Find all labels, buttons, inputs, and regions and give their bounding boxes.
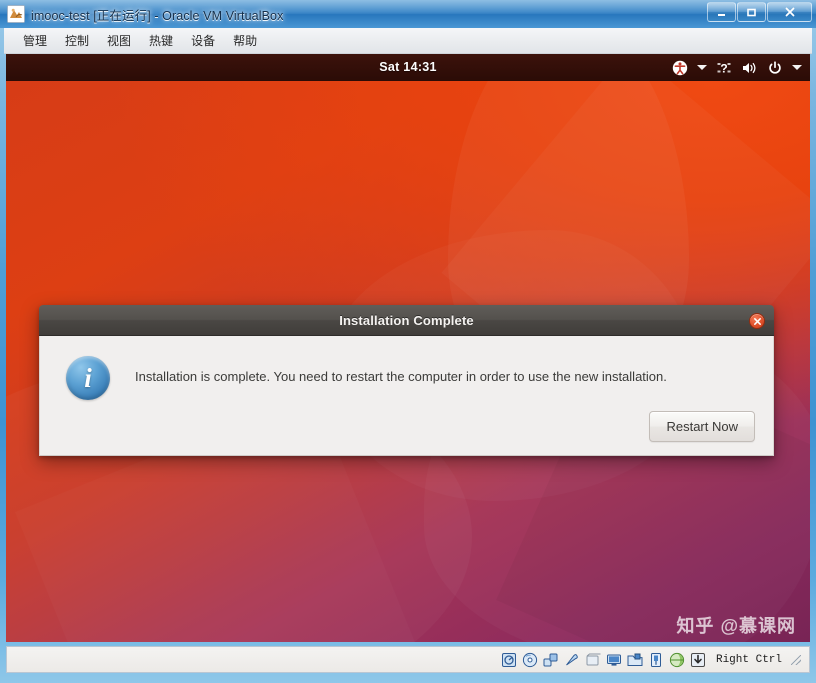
chevron-down-icon[interactable]	[697, 65, 707, 70]
menubar: 管理 控制 视图 热键 设备 帮助	[4, 28, 812, 54]
close-button[interactable]	[767, 2, 812, 22]
optical-disk-icon[interactable]	[522, 652, 538, 668]
virtualbox-statusbar: Right Ctrl	[6, 646, 810, 673]
menu-control[interactable]: 控制	[56, 29, 98, 52]
installation-complete-dialog: Installation Complete i Installation is …	[39, 305, 774, 456]
menu-manage[interactable]: 管理	[14, 29, 56, 52]
host-key-indicator: Right Ctrl	[715, 653, 782, 666]
resize-grip[interactable]	[791, 654, 801, 665]
keyboard-capture-icon[interactable]	[690, 652, 706, 668]
menu-help[interactable]: 帮助	[224, 29, 266, 52]
svg-text:?: ?	[720, 61, 727, 75]
mouse-integration-icon[interactable]	[669, 652, 685, 668]
network-icon[interactable]	[585, 652, 601, 668]
dialog-title: Installation Complete	[339, 312, 474, 328]
accessibility-icon[interactable]	[672, 60, 688, 76]
dialog-body: i Installation is complete. You need to …	[39, 336, 774, 456]
status-icon-group	[501, 652, 706, 668]
floppy-disk-icon[interactable]	[543, 652, 559, 668]
volume-icon[interactable]	[741, 60, 758, 76]
close-icon[interactable]	[749, 313, 765, 329]
menu-view[interactable]: 视图	[98, 29, 140, 52]
power-icon[interactable]	[767, 60, 783, 76]
dialog-actions: Restart Now	[649, 411, 755, 442]
window-title: imooc-test [正在运行] - Oracle VM VirtualBox	[31, 8, 284, 23]
usb-icon[interactable]	[648, 652, 664, 668]
maximize-button[interactable]	[737, 2, 766, 22]
virtualbox-icon	[7, 5, 25, 23]
watermark: 知乎 @慕课网	[676, 616, 796, 636]
guest-screen[interactable]: Sat 14:31 ? Installation Complete i Inst…	[6, 54, 810, 642]
window-titlebar[interactable]: imooc-test [正在运行] - Oracle VM VirtualBox	[0, 0, 816, 28]
restart-now-button[interactable]: Restart Now	[649, 411, 755, 442]
window-frame: imooc-test [正在运行] - Oracle VM VirtualBox	[0, 0, 816, 683]
panel-indicators: ?	[672, 54, 802, 81]
minimize-button[interactable]	[707, 2, 736, 22]
hard-disk-icon[interactable]	[501, 652, 517, 668]
shared-folders-icon[interactable]	[627, 652, 643, 668]
dialog-content-row: i Installation is complete. You need to …	[40, 336, 773, 400]
menu-hotkey[interactable]: 热键	[140, 29, 182, 52]
audio-icon[interactable]	[564, 652, 580, 668]
chevron-down-icon[interactable]	[792, 65, 802, 70]
ubuntu-top-panel: Sat 14:31 ?	[6, 54, 810, 81]
keyboard-help-icon[interactable]: ?	[716, 60, 732, 76]
dialog-message: Installation is complete. You need to re…	[135, 369, 667, 384]
dialog-titlebar[interactable]: Installation Complete	[39, 305, 774, 336]
display-icon[interactable]	[606, 652, 622, 668]
virtualbox-window: imooc-test [正在运行] - Oracle VM VirtualBox	[0, 0, 816, 683]
window-controls	[707, 2, 812, 22]
menu-devices[interactable]: 设备	[182, 29, 224, 52]
info-icon: i	[66, 356, 110, 400]
